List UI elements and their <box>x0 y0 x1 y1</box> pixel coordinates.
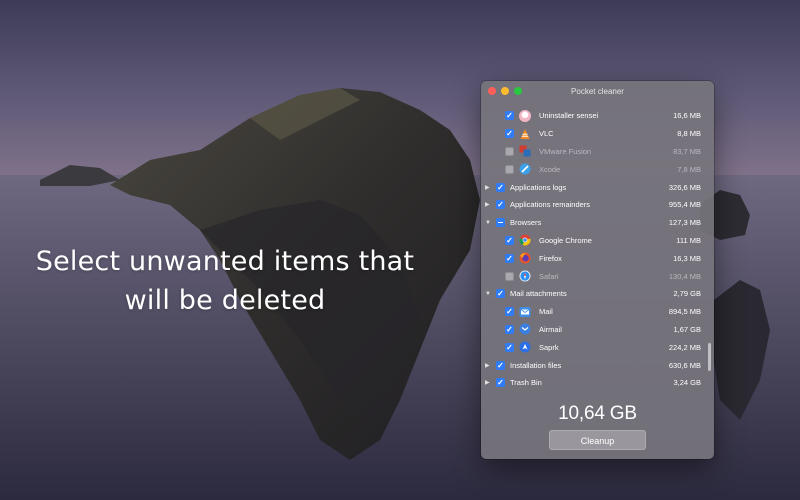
category-row[interactable]: ▶ ✓ Applications logs 326,6 MB <box>481 178 705 196</box>
item-label: Firefox <box>539 253 562 263</box>
item-label: Applications remainders <box>510 200 591 210</box>
category-row[interactable]: ▼ Browsers 127,3 MB <box>481 214 705 232</box>
list-item[interactable]: VMware Fusion 83,7 MB <box>481 143 705 161</box>
disclosure-collapsed-icon[interactable]: ▶ <box>485 379 491 386</box>
item-label: VLC <box>539 129 554 139</box>
list-item[interactable]: ✓ Google Chrome 111 MB <box>481 232 705 250</box>
item-size: 8,8 MB <box>677 129 701 139</box>
item-size: 3,24 GB <box>673 378 701 388</box>
item-size: 955,4 MB <box>668 200 701 210</box>
item-checkbox[interactable] <box>505 271 514 281</box>
item-checkbox[interactable] <box>505 164 514 174</box>
title-bar[interactable]: Pocket cleaner <box>481 81 714 103</box>
airmail-icon <box>519 323 531 335</box>
xcode-icon <box>519 163 531 175</box>
mail-icon <box>519 306 531 318</box>
category-row[interactable]: ▶ ✓ Installation files 630,6 MB <box>481 356 705 374</box>
item-label: Saprk <box>539 342 559 352</box>
item-size: 224,2 MB <box>668 342 701 352</box>
item-label: Applications logs <box>510 182 567 192</box>
item-label: Xcode <box>539 164 561 174</box>
category-row[interactable]: ▶ ✓ Applications remainders 955,4 MB <box>481 196 705 214</box>
item-checkbox[interactable] <box>496 218 505 228</box>
spark-icon <box>519 341 531 353</box>
uninstaller-sensei-icon <box>519 109 531 122</box>
item-label: Trash Bin <box>510 378 542 388</box>
item-size: 894,5 MB <box>668 307 701 317</box>
item-label: VMware Fusion <box>539 146 592 156</box>
item-checkbox[interactable]: ✓ <box>505 253 514 263</box>
item-label: Safari <box>539 271 559 281</box>
list-item[interactable]: Xcode 7,8 MB <box>481 160 705 178</box>
item-size: 7,8 MB <box>677 164 701 174</box>
item-size: 16,3 MB <box>673 253 701 263</box>
item-checkbox[interactable]: ✓ <box>505 111 514 121</box>
safari-icon <box>519 270 531 282</box>
disclosure-collapsed-icon[interactable]: ▶ <box>485 184 491 191</box>
item-checkbox[interactable]: ✓ <box>496 378 505 388</box>
firefox-icon <box>519 252 531 264</box>
list-item[interactable]: ✓ Saprk 224,2 MB <box>481 338 705 356</box>
list-item[interactable]: ✓ Mail 894,5 MB <box>481 303 705 321</box>
item-label: Installation files <box>510 360 562 370</box>
category-row[interactable]: ▼ ✓ Mail attachments 2,79 GB <box>481 285 705 303</box>
item-checkbox[interactable]: ✓ <box>505 307 514 317</box>
item-checkbox[interactable]: ✓ <box>496 289 505 299</box>
item-label: Uninstaller sensei <box>539 111 599 121</box>
disclosure-expanded-icon[interactable]: ▼ <box>485 220 491 226</box>
list-item[interactable]: Safari 130,4 MB <box>481 267 705 285</box>
item-label: Browsers <box>510 218 542 228</box>
list-item[interactable]: ✓ Uninstaller sensei 16,6 MB <box>481 107 705 125</box>
item-size: 130,4 MB <box>668 271 701 281</box>
pocket-cleaner-window: Pocket cleaner ✓ Uninstaller sensei 16,6 M… <box>481 81 714 459</box>
item-checkbox[interactable]: ✓ <box>496 360 505 370</box>
vmware-fusion-icon <box>519 145 531 157</box>
item-size: 630,6 MB <box>668 360 701 370</box>
cleanup-button[interactable]: Cleanup <box>549 430 646 450</box>
item-checkbox[interactable] <box>505 146 514 156</box>
disclosure-collapsed-icon[interactable]: ▶ <box>485 201 491 208</box>
item-label: Google Chrome <box>539 235 592 245</box>
item-size: 111 MB <box>676 235 701 245</box>
item-size: 1,67 GB <box>673 324 701 334</box>
category-row[interactable]: ▶ ✓ Trash Bin 3,24 GB <box>481 374 705 392</box>
scrollbar-thumb[interactable] <box>708 343 711 371</box>
disclosure-expanded-icon[interactable]: ▼ <box>485 291 491 297</box>
list-item[interactable]: ✓ Firefox 16,3 MB <box>481 249 705 267</box>
item-checkbox[interactable]: ✓ <box>496 182 505 192</box>
item-size: 326,6 MB <box>668 182 701 192</box>
item-checkbox[interactable]: ✓ <box>505 235 514 245</box>
cleanup-items-list[interactable]: ✓ Uninstaller sensei 16,6 MB ✓ VLC 8,8 MB VMwa… <box>481 107 705 392</box>
item-label: Mail <box>539 307 553 317</box>
item-checkbox[interactable]: ✓ <box>505 342 514 352</box>
window-title: Pocket cleaner <box>571 87 624 96</box>
item-size: 2,79 GB <box>673 289 701 299</box>
marketing-caption: Select unwanted items that will be delet… <box>20 242 430 320</box>
caption-line-1: Select unwanted items that <box>35 246 415 277</box>
vlc-icon <box>519 128 531 140</box>
item-label: Mail attachments <box>510 289 567 299</box>
list-item[interactable]: ✓ Airmail 1,67 GB <box>481 321 705 339</box>
item-checkbox[interactable]: ✓ <box>496 200 505 210</box>
item-size: 83,7 MB <box>673 146 701 156</box>
item-size: 16,6 MB <box>673 111 701 121</box>
chrome-icon <box>519 234 531 246</box>
caption-line-2: will be deleted <box>124 285 326 316</box>
item-checkbox[interactable]: ✓ <box>505 129 514 139</box>
item-size: 127,3 MB <box>668 218 701 228</box>
total-size: 10,64 GB <box>558 403 637 424</box>
disclosure-collapsed-icon[interactable]: ▶ <box>485 362 491 369</box>
list-item[interactable]: ✓ VLC 8,8 MB <box>481 125 705 143</box>
item-label: Airmail <box>539 324 562 334</box>
item-checkbox[interactable]: ✓ <box>505 324 514 334</box>
